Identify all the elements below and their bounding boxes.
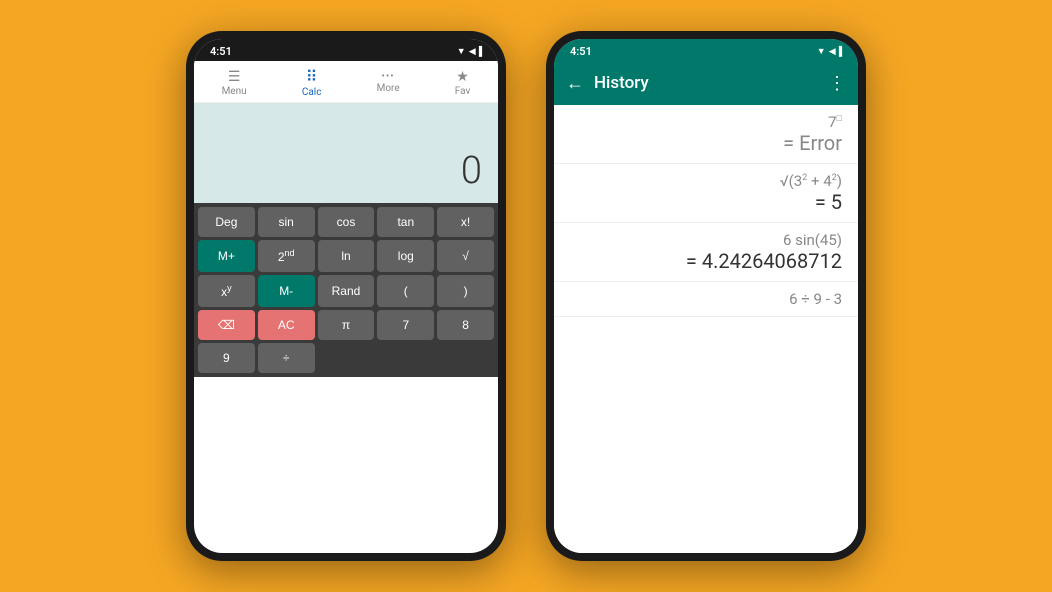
calc-display: 0: [194, 103, 498, 203]
history-item-4: 6 ÷ 9 - 3: [554, 282, 858, 317]
history-expr-2: √(32 + 42): [780, 172, 842, 190]
btn-divide[interactable]: ÷: [258, 343, 315, 373]
btn-deg[interactable]: Deg: [198, 207, 255, 237]
nav-label-calc: Calc: [302, 87, 322, 98]
calc-status-icons: ▼ ◀▐: [457, 46, 482, 57]
history-header: ← History ⋮: [554, 61, 858, 105]
history-title: History: [594, 73, 818, 93]
nav-item-more[interactable]: ••• More: [377, 71, 400, 94]
btn-rand[interactable]: Rand: [318, 275, 375, 307]
more-menu-button[interactable]: ⋮: [828, 73, 846, 94]
history-phone: 4:51 ▼ ◀▐ ← History ⋮ 7□ = Error √(32 + …: [546, 31, 866, 561]
calc-time: 4:51: [210, 45, 232, 58]
btn-tan[interactable]: tan: [377, 207, 434, 237]
history-item-3: 6 sin(45) = 4.24264068712: [554, 223, 858, 282]
history-result-2: = 5: [815, 190, 842, 214]
history-signal-icon: ◀▐: [829, 46, 842, 57]
history-time: 4:51: [570, 45, 592, 58]
history-expr-3: 6 sin(45): [783, 231, 842, 249]
history-wifi-icon: ▼: [817, 46, 826, 57]
btn-m-minus[interactable]: M-: [258, 275, 315, 307]
btn-pi[interactable]: π: [318, 310, 375, 340]
btn-sqrt[interactable]: √: [437, 240, 494, 272]
btn-open-paren[interactable]: (: [377, 275, 434, 307]
history-result-1: = Error: [783, 131, 842, 155]
btn-sin[interactable]: sin: [258, 207, 315, 237]
history-content: 7□ = Error √(32 + 42) = 5 6 sin(45) = 4.…: [554, 105, 858, 553]
nav-label-fav: Fav: [455, 86, 471, 97]
menu-icon: ☰: [228, 69, 241, 85]
btn-9[interactable]: 9: [198, 343, 255, 373]
btn-ac[interactable]: AC: [258, 310, 315, 340]
calc-icon: ⠿: [306, 67, 318, 86]
history-camera-notch: [699, 41, 713, 55]
back-button[interactable]: ←: [566, 73, 584, 94]
btn-ln[interactable]: ln: [318, 240, 375, 272]
nav-item-menu[interactable]: ☰ Menu: [222, 69, 247, 97]
btn-close-paren[interactable]: ): [437, 275, 494, 307]
btn-factorial[interactable]: x!: [437, 207, 494, 237]
history-item-2: √(32 + 42) = 5: [554, 164, 858, 223]
btn-7[interactable]: 7: [377, 310, 434, 340]
calc-buttons: Deg sin cos tan x! M+ 2nd ln log √ xy M-…: [194, 203, 498, 377]
history-result-3: = 4.24264068712: [686, 249, 842, 273]
display-value: 0: [461, 149, 482, 193]
calc-wifi-icon: ▼: [457, 46, 466, 57]
history-expr-1: 7□: [828, 113, 842, 131]
calc-camera-notch: [339, 41, 353, 55]
btn-m-plus[interactable]: M+: [198, 240, 255, 272]
btn-cos[interactable]: cos: [318, 207, 375, 237]
fav-icon: ★: [456, 69, 469, 85]
btn-log[interactable]: log: [377, 240, 434, 272]
btn-8[interactable]: 8: [437, 310, 494, 340]
history-item-1: 7□ = Error: [554, 105, 858, 164]
nav-item-fav[interactable]: ★ Fav: [455, 69, 471, 97]
calc-signal-icon: ◀▐: [469, 46, 482, 57]
history-expr-4: 6 ÷ 9 - 3: [789, 290, 842, 308]
calculator-phone: 4:51 ▼ ◀▐ ☰ Menu ⠿ Calc ••• More ★ F: [186, 31, 506, 561]
history-status-icons: ▼ ◀▐: [817, 46, 842, 57]
more-icon: •••: [382, 71, 395, 82]
btn-2nd[interactable]: 2nd: [258, 240, 315, 272]
nav-label-menu: Menu: [222, 86, 247, 97]
nav-label-more: More: [377, 83, 400, 94]
calc-nav: ☰ Menu ⠿ Calc ••• More ★ Fav: [194, 61, 498, 103]
btn-backspace[interactable]: ⌫: [198, 310, 255, 340]
btn-xy[interactable]: xy: [198, 275, 255, 307]
nav-item-calc[interactable]: ⠿ Calc: [302, 67, 322, 98]
